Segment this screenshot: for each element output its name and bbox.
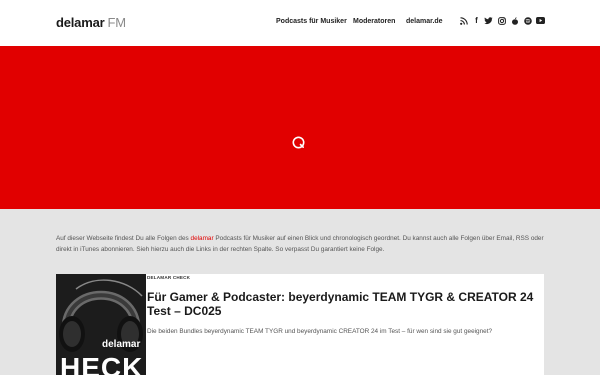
episode-thumbnail[interactable]: delamar HECK — [56, 274, 146, 375]
spotify-icon[interactable] — [523, 16, 532, 25]
twitter-icon[interactable] — [484, 16, 493, 25]
thumbnail-title: HECK — [60, 352, 144, 375]
loading-spinner-icon — [292, 136, 305, 149]
episode-title[interactable]: Für Gamer & Podcaster: beyerdynamic TEAM… — [147, 290, 539, 318]
youtube-icon[interactable] — [536, 16, 545, 25]
nav-podcasts-link[interactable]: Podcasts für Musiker — [276, 18, 347, 25]
episode-category[interactable]: DELAMAR CHECK — [147, 275, 190, 280]
nav-delamar-link[interactable]: delamar.de — [406, 18, 443, 25]
site-header: delamar FM Podcasts für Musiker Moderator… — [0, 0, 600, 46]
rss-icon[interactable] — [459, 16, 468, 25]
site-logo[interactable]: delamar FM — [56, 15, 126, 31]
episode-description: Die beiden Bundles beyerdynamic TEAM TYG… — [147, 328, 493, 335]
intro-delamar-link[interactable]: delamar — [191, 235, 214, 242]
facebook-icon[interactable]: f — [472, 16, 481, 25]
logo-brand: delamar — [56, 15, 105, 30]
hero-banner — [0, 46, 600, 209]
thumbnail-logo: delamar — [102, 339, 141, 350]
instagram-icon[interactable] — [497, 16, 506, 25]
apple-icon[interactable] — [510, 16, 519, 25]
intro-text-part: Auf dieser Webseite findest Du alle Folg… — [56, 235, 191, 242]
intro-text: Auf dieser Webseite findest Du alle Folg… — [56, 234, 546, 255]
episode-card[interactable]: delamar HECK DELAMAR CHECK Für Gamer & P… — [56, 274, 544, 375]
logo-suffix: FM — [107, 15, 126, 30]
nav-moderatoren-link[interactable]: Moderatoren — [353, 18, 395, 25]
